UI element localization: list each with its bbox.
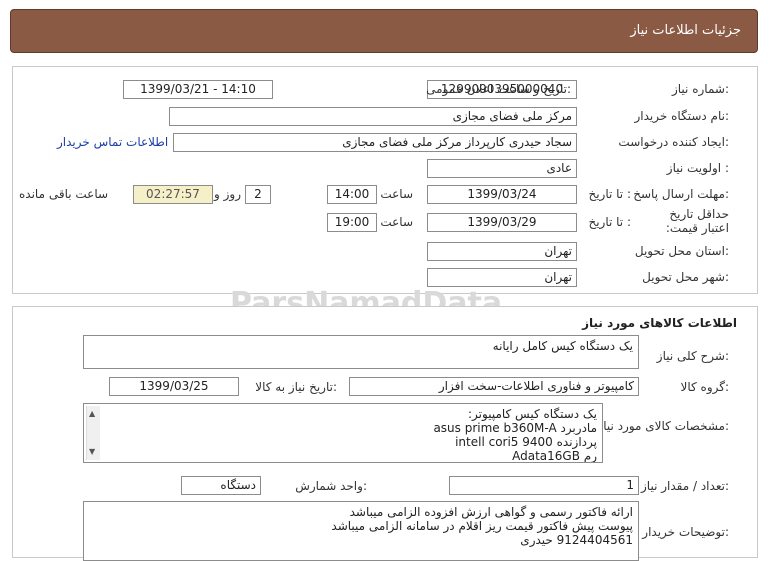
- buyer-notes-label: توضیحات خریدار:: [642, 525, 729, 539]
- description-field: یک دستگاه کیس کامل رایانه: [83, 335, 639, 369]
- need-date-field: 1399/03/25: [109, 377, 239, 396]
- priority-label: اولویت نیاز :: [666, 161, 729, 175]
- description-label: شرح کلی نیاز:: [656, 349, 729, 363]
- reply-date-field: 1399/03/24: [427, 185, 577, 204]
- buyer-note-line: ارائه فاکتور رسمی و گواهی ارزش افزوده ال…: [349, 505, 633, 519]
- validity-date-field: 1399/03/29: [427, 213, 577, 232]
- reply-time-field: 14:00: [327, 185, 377, 204]
- description-text: یک دستگاه کیس کامل رایانه: [492, 339, 633, 353]
- specs-label: مشخصات کالای مورد نیاز:: [597, 419, 729, 433]
- days-label: روز و: [214, 187, 241, 201]
- validity-time-label: ساعت: [380, 215, 413, 229]
- validity-to-date-label: تا تاریخ :: [588, 215, 631, 229]
- buyer-org-label: نام دستگاه خریدار:: [634, 109, 730, 123]
- buyer-contact-link[interactable]: اطلاعات تماس خریدار: [57, 135, 168, 149]
- province-label: استان محل تحویل:: [634, 244, 729, 258]
- reply-deadline-label: مهلت ارسال پاسخ:: [633, 187, 729, 201]
- scroll-up-icon[interactable]: ▲: [89, 407, 95, 421]
- goods-section-title: اطلاعات کالاهای مورد نیاز: [582, 316, 737, 330]
- specs-line: یک دستگاه کیس کامپیوتر:: [468, 407, 597, 421]
- goods-group-field: کامپیوتر و فناوری اطلاعات-سخت افزار: [349, 377, 639, 396]
- requester-label: ایجاد کننده درخواست:: [618, 135, 729, 149]
- remaining-time-field: 02:27:57: [133, 185, 213, 204]
- need-info-panel: شماره نیاز: 1299090395000040 تاریخ و ساع…: [12, 66, 758, 294]
- specs-line: مادربرد asus prime b360M-A: [433, 421, 597, 435]
- page-header: جزئیات اطلاعات نیاز: [10, 9, 758, 53]
- province-field: تهران: [427, 242, 577, 261]
- specs-line: پردازنده intell cori5 9400: [455, 435, 597, 449]
- need-number-label: شماره نیاز:: [671, 82, 729, 96]
- page-title: جزئیات اطلاعات نیاز: [630, 23, 741, 38]
- goods-group-label: گروه کالا:: [680, 380, 730, 394]
- remaining-label: ساعت باقی مانده: [19, 187, 109, 201]
- goods-panel: اطلاعات کالاهای مورد نیاز شرح کلی نیاز: …: [12, 306, 758, 561]
- city-field: تهران: [427, 268, 577, 287]
- quantity-label: تعداد / مقدار نیاز:: [641, 479, 729, 493]
- price-validity-label: حداقل تاریخ اعتبار قیمت:: [665, 207, 729, 235]
- unit-label: واحد شمارش:: [295, 479, 367, 493]
- buyer-org-field: مرکز ملی فضای مجازی: [169, 107, 577, 126]
- days-remaining-field: 2: [245, 185, 271, 204]
- specs-scrollbar[interactable]: ▲ ▼: [86, 406, 100, 460]
- buyer-note-line: پیوست پیش فاکتور قیمت ریز اقلام در سامان…: [331, 519, 633, 533]
- reply-time-label: ساعت: [380, 187, 413, 201]
- validity-time-field: 19:00: [327, 213, 377, 232]
- reply-to-date-label: تا تاریخ :: [588, 187, 631, 201]
- specs-textarea[interactable]: ▲ ▼ یک دستگاه کیس کامپیوتر: مادربرد asus…: [83, 403, 603, 463]
- need-date-label: تاریخ نیاز به کالا:: [255, 380, 337, 394]
- unit-field: دستگاه: [181, 476, 261, 495]
- priority-field: عادی: [427, 159, 577, 178]
- buyer-notes-field: ارائه فاکتور رسمی و گواهی ارزش افزوده ال…: [83, 501, 639, 561]
- announce-date-label: تاریخ و ساعت اعلان عمومی:: [426, 82, 571, 96]
- quantity-field: 1: [449, 476, 639, 495]
- specs-line: رم Adata16GB: [512, 449, 597, 463]
- requester-field: سجاد حیدری کارپرداز مرکز ملی فضای مجازی: [173, 133, 577, 152]
- city-label: شهر محل تحویل:: [642, 270, 729, 284]
- scroll-down-icon[interactable]: ▼: [89, 445, 95, 459]
- announce-date-field: 1399/03/21 - 14:10: [123, 80, 273, 99]
